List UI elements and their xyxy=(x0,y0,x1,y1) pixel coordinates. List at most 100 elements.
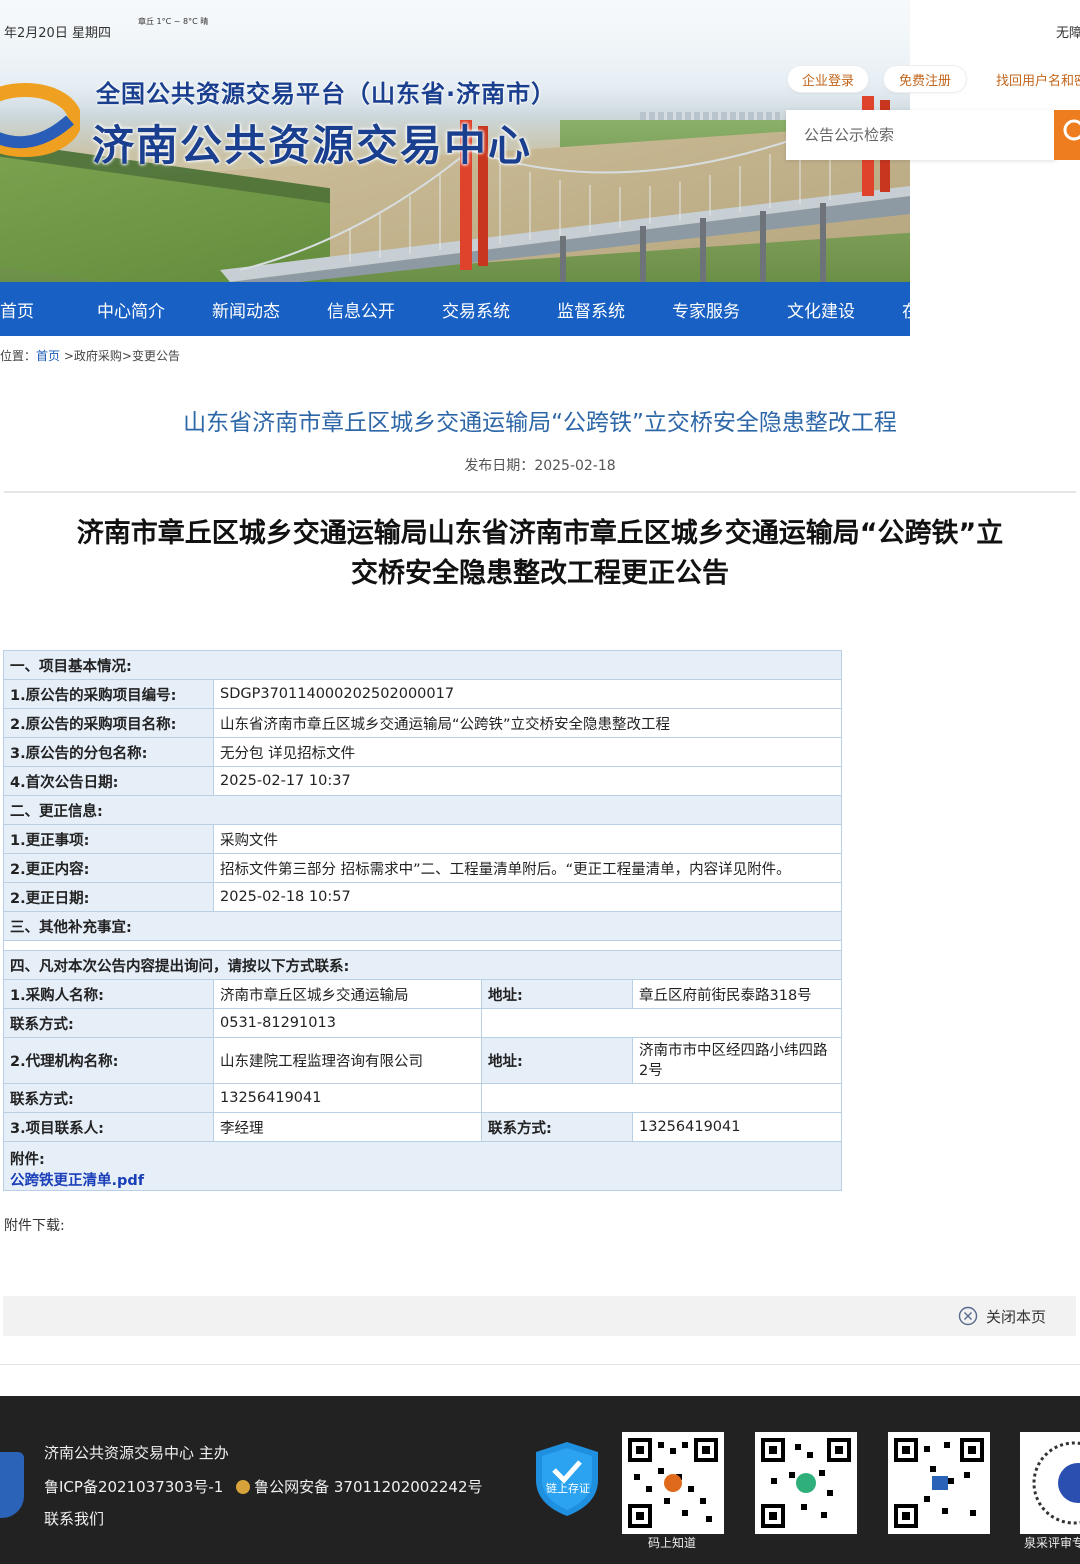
agent-contact-value: 13256419041 xyxy=(213,1083,482,1113)
table-row: 3.原公告的分包名称: 无分包 详见招标文件 xyxy=(3,737,842,767)
table-row: 4.首次公告日期: 2025-02-17 10:37 xyxy=(3,766,842,796)
agent-address-label: 地址: xyxy=(481,1037,633,1084)
platform-logo-icon xyxy=(0,83,80,157)
agent-address-value: 济南市市中区经四路小纬四路2号 xyxy=(632,1037,842,1084)
table-row: 联系方式: 13256419041 xyxy=(3,1083,842,1113)
header-banner: 年2月20日 星期四 章丘 1°C ~ 8°C 晴 全国公共资源交易平台（山东省… xyxy=(0,0,910,282)
nav-item-culture[interactable]: 文化建设 xyxy=(787,282,855,336)
buyer-address-value: 章丘区府前街民泰路318号 xyxy=(632,979,842,1009)
section-correction-info: 二、更正信息: xyxy=(3,795,842,825)
divider xyxy=(4,491,1076,493)
announcement-title: 山东省济南市章丘区城乡交通运输局“公跨铁”立交桥安全隐患整改工程 xyxy=(183,410,897,436)
section-basic-info: 一、项目基本情况: xyxy=(3,650,842,680)
other-matters-blank xyxy=(3,940,842,951)
nav-item-supervision[interactable]: 监督系统 xyxy=(557,282,625,336)
correction-item-label: 1.更正事项: xyxy=(3,824,214,854)
nav-item-experts[interactable]: 专家服务 xyxy=(672,282,740,336)
current-date: 年2月20日 星期四 xyxy=(4,26,111,41)
announcement-table: 一、项目基本情况: 1.原公告的采购项目编号: SDGP370114000202… xyxy=(3,650,842,1191)
qr-code-image xyxy=(1020,1432,1080,1534)
table-row: 四、凡对本次公告内容提出询问，请按以下方式联系: xyxy=(3,950,842,980)
nav-item-disclosure[interactable]: 信息公开 xyxy=(327,282,395,336)
qr-code-image xyxy=(755,1432,857,1534)
free-register-button[interactable]: 免费注册 xyxy=(884,66,966,92)
blockchain-evidence-icon[interactable] xyxy=(534,1440,600,1518)
project-contact-value: 李经理 xyxy=(213,1112,482,1142)
document-title-line2: 交桥安全隐患整改工程更正公告 xyxy=(351,558,729,589)
platform-subtitle: 全国公共资源交易平台（山东省·济南市） xyxy=(96,80,557,108)
qr-code-icon xyxy=(761,1438,851,1528)
project-number-value: SDGP370114000202502000017 xyxy=(213,679,842,709)
nav-item-more[interactable]: 在 xyxy=(902,282,919,336)
correction-date-label: 2.更正日期: xyxy=(3,882,214,912)
project-contact-phone-label: 联系方式: xyxy=(481,1112,633,1142)
qr-caption-4: 泉采评审专 xyxy=(1024,1536,1080,1550)
close-bar xyxy=(3,1296,1076,1336)
breadcrumb-path: >政府采购>变更公告 xyxy=(60,349,180,363)
blockchain-evidence-label: 链上存证 xyxy=(546,1482,590,1495)
footer-emblem-icon xyxy=(0,1452,24,1518)
search-button[interactable] xyxy=(1054,110,1080,160)
breadcrumb-home-link[interactable]: 首页 xyxy=(36,349,60,363)
project-number-label: 1.原公告的采购项目编号: xyxy=(3,679,214,709)
agent-name-label: 2.代理机构名称: xyxy=(3,1037,214,1084)
footer: 济南公共资源交易中心 主办 鲁ICP备2021037303号-1 鲁公网安备 3… xyxy=(0,1396,1080,1564)
correction-item-value: 采购文件 xyxy=(213,824,842,854)
project-contact-label: 3.项目联系人: xyxy=(3,1112,214,1142)
weather-info: 章丘 1°C ~ 8°C 晴 xyxy=(138,17,209,26)
publish-date: 发布日期：2025-02-18 xyxy=(0,455,1080,475)
table-row: 2.更正日期: 2025-02-18 10:57 xyxy=(3,882,842,912)
qr-code-image xyxy=(888,1432,990,1534)
correction-content-label: 2.更正内容: xyxy=(3,853,214,883)
project-name-value: 山东省济南市章丘区城乡交通运输局“公跨铁”立交桥安全隐患整改工程 xyxy=(213,708,842,738)
empty-cell xyxy=(481,1083,842,1113)
close-circle-icon xyxy=(958,1306,978,1326)
police-record-link[interactable]: 鲁公网安备 37011202002242号 xyxy=(254,1478,482,1496)
buyer-name-label: 1.采购人名称: xyxy=(3,979,214,1009)
table-row: 一、项目基本情况: xyxy=(3,650,842,680)
first-announce-date-label: 4.首次公告日期: xyxy=(3,766,214,796)
table-row: 联系方式: 0531-81291013 xyxy=(3,1008,842,1038)
empty-cell xyxy=(481,1008,842,1038)
package-name-label: 3.原公告的分包名称: xyxy=(3,737,214,767)
icp-record-link[interactable]: 鲁ICP备2021037303号-1 xyxy=(44,1478,223,1496)
first-announce-date-value: 2025-02-17 10:37 xyxy=(213,766,842,796)
close-page-label: 关闭本页 xyxy=(986,1307,1047,1326)
contact-us-link[interactable]: 联系我们 xyxy=(44,1508,104,1529)
nav-item-about[interactable]: 中心简介 xyxy=(97,282,165,336)
breadcrumb-prefix: 位置： xyxy=(0,349,37,363)
package-name-value: 无分包 详见招标文件 xyxy=(213,737,842,767)
buyer-name-value: 济南市章丘区城乡交通运输局 xyxy=(213,979,482,1009)
table-row: 附件: 公跨铁更正清单.pdf xyxy=(3,1141,842,1191)
section-contact-info: 四、凡对本次公告内容提出询问，请按以下方式联系: xyxy=(3,950,842,980)
project-contact-phone-value: 13256419041 xyxy=(632,1112,842,1142)
table-row: 1.原公告的采购项目编号: SDGP370114000202502000017 xyxy=(3,679,842,709)
buyer-address-label: 地址: xyxy=(481,979,633,1009)
footer-icp: 鲁ICP备2021037303号-1 鲁公网安备 37011202002242号 xyxy=(44,1476,483,1497)
document-title: 济南市章丘区城乡交通运输局山东省济南市章丘区城乡交通运输局“公跨铁”立 交桥安全… xyxy=(0,514,1080,594)
table-row: 2.代理机构名称: 山东建院工程监理咨询有限公司 地址: 济南市市中区经四路小纬… xyxy=(3,1037,842,1084)
accessibility-link[interactable]: 无障 xyxy=(1056,22,1080,41)
correction-content-value: 招标文件第三部分 招标需求中”二、工程量清单附后。“更正工程量清单，内容详见附件… xyxy=(213,853,842,883)
qr-code-icon xyxy=(894,1438,984,1528)
attachment-file-link[interactable]: 公跨铁更正清单.pdf xyxy=(10,1169,835,1190)
nav-item-home[interactable]: 首页 xyxy=(0,282,34,336)
table-row: 2.更正内容: 招标文件第三部分 招标需求中”二、工程量清单附后。“更正工程量清… xyxy=(3,853,842,883)
police-badge-icon xyxy=(236,1480,251,1494)
nav-item-news[interactable]: 新闻动态 xyxy=(212,282,280,336)
main-nav: 首页 中心简介 新闻动态 信息公开 交易系统 监督系统 专家服务 文化建设 在 xyxy=(0,282,919,336)
table-row: 1.采购人名称: 济南市章丘区城乡交通运输局 地址: 章丘区府前街民泰路318号 xyxy=(3,979,842,1009)
retrieve-account-link[interactable]: 找回用户名和密 xyxy=(996,70,1080,89)
table-row xyxy=(3,940,842,951)
agent-contact-label: 联系方式: xyxy=(3,1083,214,1113)
enterprise-login-button[interactable]: 企业登录 xyxy=(788,66,868,92)
search-box xyxy=(786,110,1056,160)
nav-item-trading[interactable]: 交易系统 xyxy=(442,282,510,336)
attachment-label: 附件: xyxy=(10,1152,45,1168)
breadcrumb: 位置：首页 >政府采购>变更公告 xyxy=(0,347,180,364)
table-row: 1.更正事项: 采购文件 xyxy=(3,824,842,854)
close-page-button[interactable]: 关闭本页 xyxy=(958,1306,1046,1326)
search-icon xyxy=(1063,119,1080,141)
search-input[interactable] xyxy=(804,126,1044,144)
buyer-contact-value: 0531-81291013 xyxy=(213,1008,482,1038)
